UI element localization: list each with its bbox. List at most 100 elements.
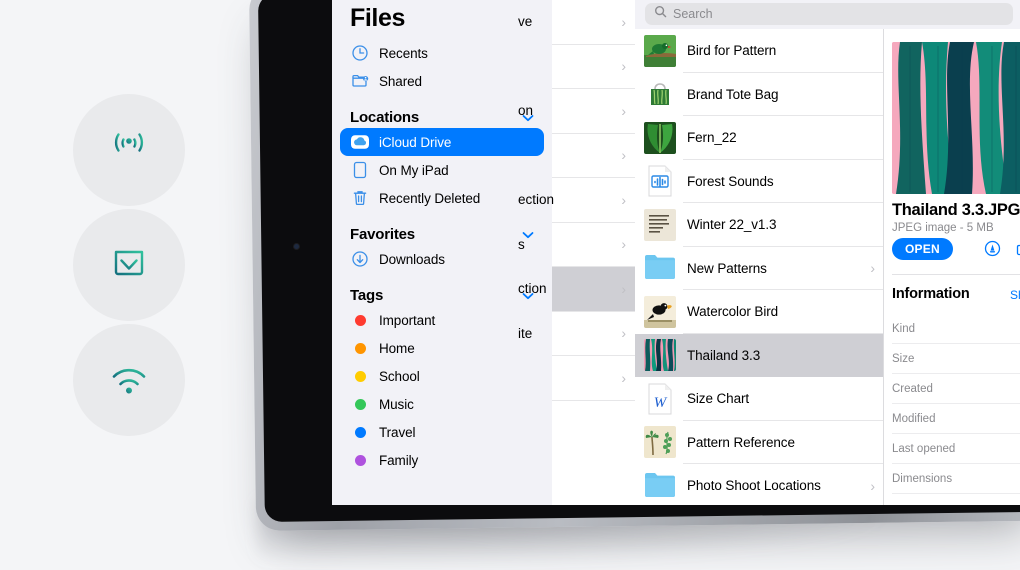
file-list-item[interactable]: Fern_22	[635, 116, 883, 160]
doc-catalog-thumbnail	[644, 208, 676, 241]
sidebar-item-label: iCloud Drive	[379, 134, 452, 150]
download-badge[interactable]	[73, 209, 185, 321]
sidebar-item-on-my-ipad[interactable]: On My iPad	[340, 156, 544, 184]
info-key: Created	[892, 382, 933, 395]
sidebar-tag-music[interactable]: Music	[340, 390, 544, 418]
file-list-item[interactable]: Photo Shoot Locations ›	[635, 464, 883, 505]
sidebar-tag-family[interactable]: Family	[340, 446, 544, 474]
folder-name: on	[518, 103, 534, 119]
sidebar-item-label: Travel	[379, 424, 416, 440]
file-list-item[interactable]: Winter 22_v1.3	[635, 203, 883, 247]
download-circle-icon	[350, 249, 370, 269]
sidebar-tag-travel[interactable]: Travel	[340, 418, 544, 446]
tag-color-dot	[350, 450, 370, 470]
file-name: Forest Sounds	[687, 173, 774, 189]
search-input[interactable]: Search	[645, 3, 1013, 25]
file-name: New Patterns	[687, 260, 767, 276]
sidebar-quick-group: Recents Shared	[332, 39, 552, 95]
information-row: Dimensions4,00	[892, 464, 1020, 494]
sidebar-item-label: On My iPad	[379, 162, 449, 178]
ipad-icon	[350, 160, 370, 180]
sidebar-item-label: Important	[379, 312, 436, 328]
information-table: KindJP Size CreatedSeptember 1ModifiedSept…	[892, 314, 1020, 494]
photo-fern-thumbnail	[644, 121, 676, 154]
file-list: Bird for Pattern Brand Tote Bag Fern_22 For…	[635, 29, 884, 505]
markup-icon[interactable]	[984, 240, 1001, 262]
tag-color-dot	[350, 394, 370, 414]
doc-word-thumbnail: W	[644, 383, 676, 415]
folder-row[interactable]: ction ›	[518, 267, 635, 312]
file-list-item[interactable]: Thailand 3.3	[635, 333, 883, 377]
file-name: Size Chart	[687, 391, 750, 407]
sidebar-tag-important[interactable]: Important	[340, 306, 544, 334]
photo-toucan-thumbnail	[644, 295, 676, 328]
folder-row[interactable]: on ›	[518, 89, 635, 134]
divider	[892, 274, 1020, 275]
folder-row[interactable]: ection ›	[518, 178, 635, 223]
svg-text:W: W	[654, 395, 668, 411]
download-icon	[101, 235, 157, 296]
folder-blue-thumbnail	[644, 470, 676, 502]
wifi-badge[interactable]	[73, 324, 185, 436]
folder-row[interactable]: ite ›	[518, 312, 635, 356]
sidebar-item-recents[interactable]: Recents	[340, 39, 544, 67]
information-header: Information	[892, 286, 970, 302]
sidebar-tag-home[interactable]: Home	[340, 334, 544, 362]
section-title: Locations	[350, 109, 420, 126]
chevron-right-icon: ›	[621, 102, 626, 119]
file-name: Pattern Reference	[687, 434, 795, 450]
sidebar-item-icloud-drive[interactable]: iCloud Drive	[340, 128, 544, 156]
broadcast-badge[interactable]	[73, 94, 185, 206]
doc-audio-thumbnail	[644, 165, 676, 197]
sidebar-section-header-locations[interactable]: Locations	[350, 109, 534, 126]
folder-name: s	[518, 236, 525, 252]
folder-row[interactable]: ›	[552, 134, 635, 178]
file-list-item[interactable]: New Patterns ›	[635, 247, 883, 291]
file-preview-image	[892, 42, 1020, 194]
folder-row[interactable]: ve ›	[518, 0, 635, 45]
tag-color-dot	[350, 310, 370, 330]
file-name: Brand Tote Bag	[687, 86, 779, 102]
sidebar-item-downloads[interactable]: Downloads	[340, 245, 544, 273]
file-name: Thailand 3.3	[687, 347, 761, 363]
chevron-right-icon: ›	[621, 236, 626, 253]
chevron-right-icon: ›	[621, 147, 626, 164]
sidebar-section-header-tags[interactable]: Tags	[350, 287, 534, 304]
chevron-right-icon: ›	[621, 369, 626, 386]
folder-name: ve	[518, 14, 533, 30]
sidebar-section-header-favorites[interactable]: Favorites	[350, 226, 534, 243]
folder-blue-thumbnail	[644, 252, 676, 284]
folder-row[interactable]: ›	[552, 45, 635, 89]
sidebar-item-shared[interactable]: Shared	[340, 67, 544, 95]
info-key: Modified	[892, 412, 936, 425]
folder-row[interactable]: s ›	[518, 223, 635, 267]
file-subtitle: JPEG image - 5 MB	[892, 222, 994, 234]
file-name: Watercolor Bird	[687, 304, 779, 320]
rotate-icon[interactable]	[1015, 240, 1020, 262]
file-list-item[interactable]: Forest Sounds	[635, 160, 883, 204]
chevron-right-icon: ›	[621, 13, 626, 30]
folder-name: ection	[518, 192, 555, 208]
open-button[interactable]: OPEN	[892, 238, 953, 260]
sidebar-item-recently-deleted[interactable]: Recently Deleted	[340, 184, 544, 212]
sidebar: Files Recents Shared Locations iCloud Dr…	[332, 0, 552, 505]
sidebar-tag-school[interactable]: School	[340, 362, 544, 390]
file-name: Bird for Pattern	[687, 43, 777, 59]
file-list-item[interactable]: Pattern Reference	[635, 421, 883, 465]
file-list-item[interactable]: Watercolor Bird	[635, 290, 883, 334]
show-more-link[interactable]: Sh	[1010, 288, 1020, 302]
search-placeholder: Search	[673, 7, 713, 21]
info-key: Kind	[892, 322, 916, 335]
sidebar-item-label: Family	[379, 452, 419, 468]
information-row: Last openedSeptember 1	[892, 434, 1020, 464]
photo-leaves-thumbnail	[644, 339, 676, 372]
chevron-right-icon: ›	[621, 325, 626, 342]
file-title: Thailand 3.3.JPG	[892, 201, 1020, 219]
tag-color-dot	[350, 366, 370, 386]
folder-row[interactable]: ›	[552, 356, 635, 401]
file-list-item[interactable]: Bird for Pattern	[635, 29, 883, 73]
sidebar-item-label: Recently Deleted	[379, 190, 481, 206]
info-key: Last opened	[892, 442, 956, 455]
file-list-item[interactable]: Brand Tote Bag	[635, 73, 883, 117]
file-list-item[interactable]: W Size Chart	[635, 377, 883, 421]
